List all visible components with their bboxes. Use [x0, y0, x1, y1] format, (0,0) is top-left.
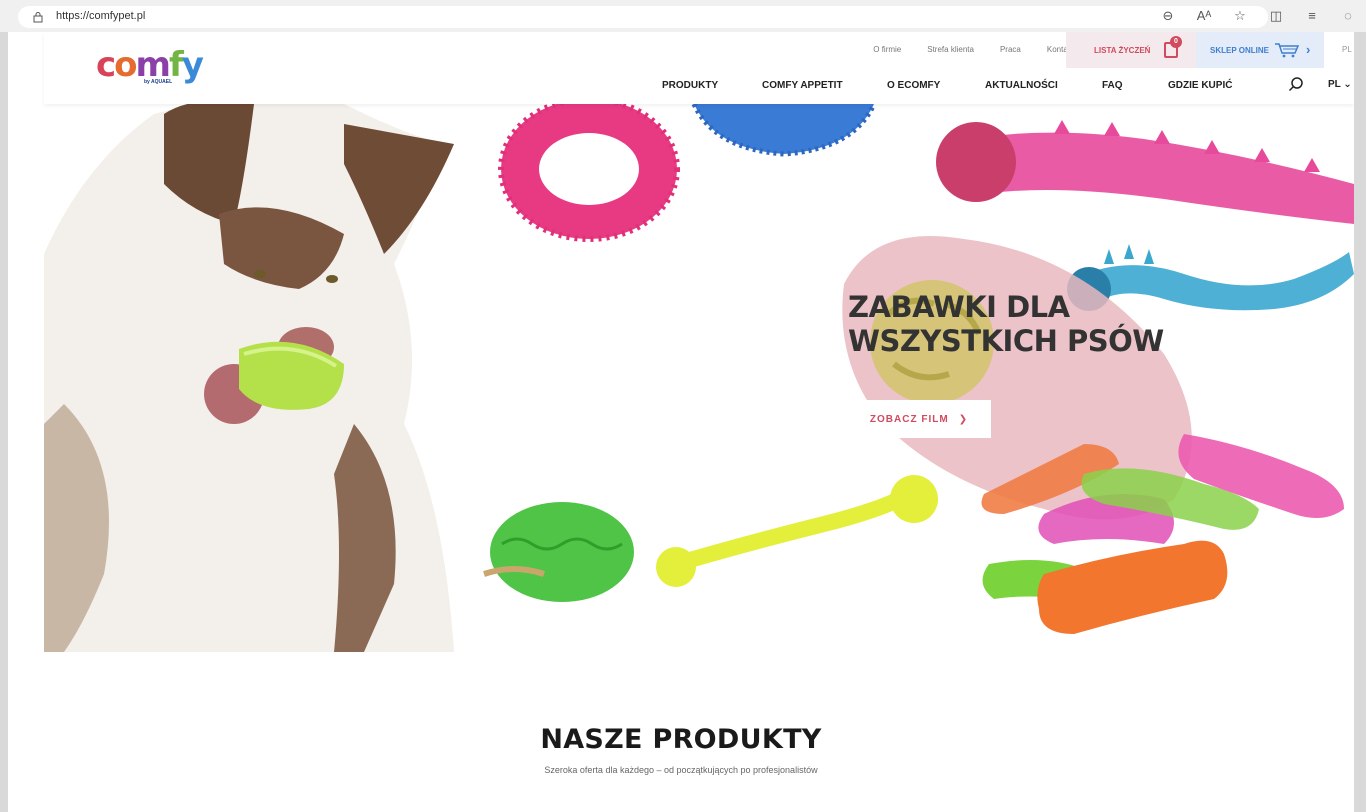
- watch-video-button[interactable]: ZOBACZ FILM ❯: [847, 400, 991, 438]
- logo-letter-m: m: [135, 45, 171, 85]
- browser-toolbar: https://comfypet.pl ⊖ Aᴬ ☆ ◫ ≡ ◌: [0, 0, 1366, 32]
- logo-letter-y: y: [181, 45, 204, 85]
- wishlist-count-badge: 0: [1170, 36, 1182, 48]
- favorite-star-icon[interactable]: ☆: [1232, 8, 1248, 24]
- language-top[interactable]: PL: [1342, 45, 1352, 54]
- chevron-down-icon: ⌄: [1343, 79, 1352, 90]
- nav-o-ecomfy[interactable]: O ECOMFY: [887, 80, 985, 91]
- chevron-down-icon: ❯: [958, 413, 969, 425]
- logo-letter-f: f: [168, 45, 184, 85]
- address-bar[interactable]: https://comfypet.pl: [18, 6, 1268, 28]
- address-url: https://comfypet.pl: [56, 10, 146, 22]
- top-link-praca[interactable]: Praca: [1000, 45, 1021, 54]
- shop-online-label: SKLEP ONLINE: [1210, 45, 1269, 55]
- shop-online-button[interactable]: SKLEP ONLINE ›: [1196, 32, 1324, 68]
- nav-comfy-appetit[interactable]: COMFY APPETIT: [762, 80, 887, 91]
- read-aloud-icon[interactable]: Aᴬ: [1196, 8, 1212, 24]
- top-navigation: O firmie Strefa klienta Praca Kontakt: [873, 45, 1074, 54]
- zoom-icon[interactable]: ⊖: [1160, 8, 1176, 24]
- site-header: comfy by AQUAEL O firmie Strefa klienta …: [44, 32, 1354, 104]
- web-page: comfy by AQUAEL O firmie Strefa klienta …: [8, 32, 1354, 812]
- nav-aktualnosci[interactable]: AKTUALNOŚCI: [985, 80, 1102, 91]
- main-navigation: PRODUKTY COMFY APPETIT O ECOMFY AKTUALNO…: [662, 80, 1278, 91]
- search-icon[interactable]: [1288, 76, 1304, 92]
- nav-produkty[interactable]: PRODUKTY: [662, 80, 762, 91]
- yellow-stick-toy: [656, 475, 938, 587]
- top-link-strefa-klienta[interactable]: Strefa klienta: [927, 45, 974, 54]
- comfy-logo[interactable]: comfy by AQUAEL: [96, 48, 206, 88]
- hero-banner: ZABAWKI DLA WSZYSTKICH PSÓW ZOBACZ FILM …: [44, 104, 1354, 652]
- dog-illustration: [44, 104, 454, 652]
- products-section-title: NASZE PRODUKTY: [540, 724, 822, 755]
- hero-title: ZABAWKI DLA WSZYSTKICH PSÓW: [848, 290, 1168, 358]
- favorites-list-icon[interactable]: ≡: [1304, 8, 1320, 24]
- language-selector[interactable]: PL ⌄: [1328, 79, 1352, 90]
- wishlist-button[interactable]: LISTA ŻYCZEŃ 0: [1066, 32, 1196, 68]
- nav-gdzie-kupic[interactable]: GDZIE KUPIĆ: [1168, 80, 1278, 91]
- nav-faq[interactable]: FAQ: [1102, 80, 1168, 91]
- hero-title-line1: ZABAWKI DLA: [848, 290, 1070, 324]
- blue-ring-toy: [691, 104, 877, 157]
- top-link-o-firmie[interactable]: O firmie: [873, 45, 901, 54]
- cart-icon: [1275, 43, 1300, 58]
- chevron-right-icon: ›: [1306, 42, 1311, 57]
- split-screen-icon[interactable]: ◫: [1268, 8, 1284, 24]
- shield-icon[interactable]: ◌: [1340, 8, 1356, 24]
- watch-video-label: ZOBACZ FILM: [869, 413, 949, 425]
- pink-ring-toy: [498, 104, 680, 242]
- language-label: PL: [1328, 79, 1341, 90]
- wishlist-label: LISTA ŻYCZEŃ: [1094, 45, 1151, 55]
- hero-image: [44, 104, 1354, 652]
- green-rugby-ball-toy: [483, 502, 634, 602]
- logo-letter-c: c: [96, 45, 116, 85]
- pink-worm-toy: [936, 120, 1354, 224]
- logo-subtitle: by AQUAEL: [144, 79, 173, 85]
- hero-title-line2: WSZYSTKICH PSÓW: [848, 324, 1164, 358]
- logo-letter-o: o: [114, 45, 137, 85]
- lock-icon: [33, 12, 43, 23]
- scroll-down-icon[interactable]: »: [690, 582, 714, 616]
- products-section-subtitle: Szeroka oferta dla każdego – od początku…: [544, 765, 818, 775]
